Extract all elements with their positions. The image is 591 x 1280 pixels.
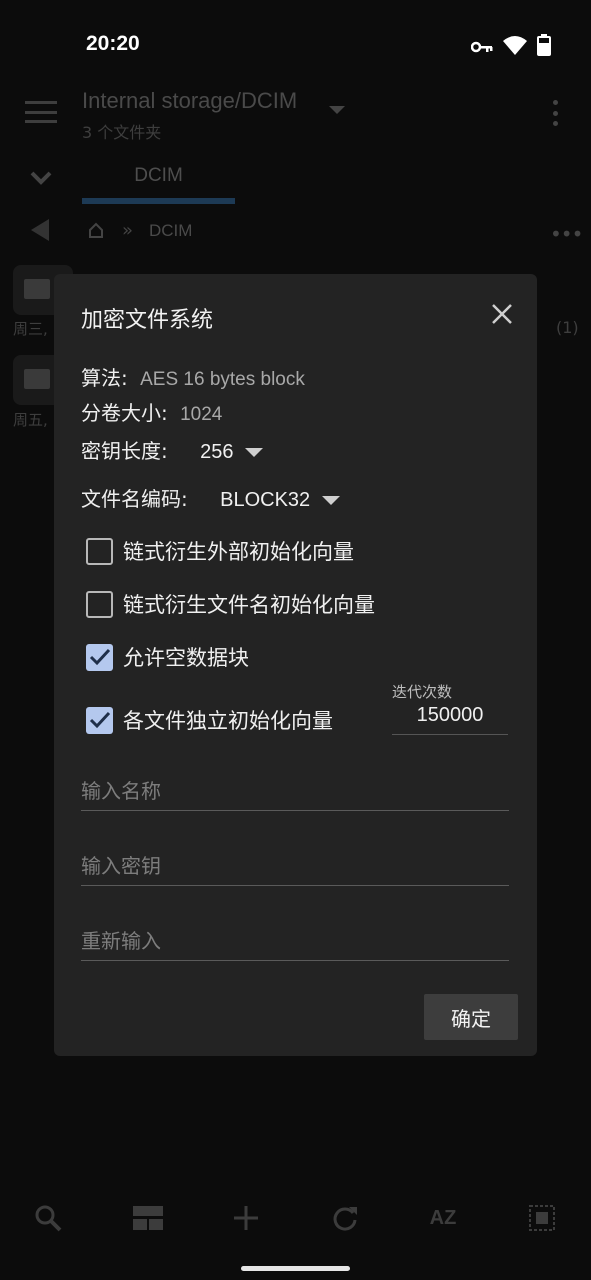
- checkbox-label: 链式衍生文件名初始化向量: [123, 593, 375, 617]
- filename-encoding-value: BLOCK32: [220, 489, 311, 511]
- iterations-label: 迭代次数: [392, 683, 453, 701]
- checkbox-unchecked[interactable]: [86, 537, 113, 565]
- volume-size-row: 分卷大小: 1024: [81, 397, 222, 426]
- iterations-input[interactable]: 150000: [392, 701, 508, 735]
- status-bar: 20:20: [0, 0, 591, 90]
- checkbox-label: 链式衍生外部初始化向量: [123, 540, 354, 564]
- vpn-key-icon: [470, 38, 493, 57]
- checkbox-checked[interactable]: [86, 706, 113, 734]
- close-icon[interactable]: [488, 300, 516, 328]
- gesture-home-bar[interactable]: [241, 1266, 350, 1271]
- breadcrumb-separator: »: [122, 220, 134, 241]
- confirm-password-input[interactable]: [81, 921, 509, 961]
- filename-encoding-row: 文件名编码: BLOCK32: [81, 483, 341, 512]
- grid-view-icon[interactable]: [128, 1195, 168, 1241]
- key-length-value: 256: [200, 441, 234, 463]
- search-icon[interactable]: [28, 1195, 68, 1241]
- folder-count-subtitle: 3 个文件夹: [82, 123, 162, 142]
- filename-encoding-dropdown[interactable]: BLOCK32: [220, 487, 341, 511]
- folder-icon: [24, 369, 50, 389]
- password-input[interactable]: [81, 846, 509, 886]
- checkbox-unchecked[interactable]: [86, 590, 113, 618]
- tab-indicator: [82, 198, 235, 204]
- key-length-row: 密钥长度: 256: [81, 435, 264, 464]
- checkbox-label: 允许空数据块: [123, 646, 249, 670]
- dropdown-caret-icon: [245, 448, 264, 457]
- key-length-label: 密钥长度:: [81, 439, 168, 463]
- checkbox-allow-empty-blocks[interactable]: 允许空数据块: [86, 642, 249, 672]
- sort-az-icon[interactable]: AZ: [423, 1195, 463, 1241]
- dropdown-caret-icon: [322, 496, 341, 505]
- folder-date: 周五,: [13, 411, 48, 429]
- path-title[interactable]: Internal storage/DCIM: [82, 88, 297, 114]
- checkbox-chained-external-iv[interactable]: 链式衍生外部初始化向量: [86, 536, 354, 566]
- folder-icon: [24, 279, 50, 299]
- name-input[interactable]: [81, 771, 509, 811]
- back-icon[interactable]: [31, 219, 49, 241]
- chevron-down-icon[interactable]: [30, 166, 52, 191]
- checkbox-label: 各文件独立初始化向量: [123, 709, 333, 733]
- key-length-dropdown[interactable]: 256: [200, 439, 264, 463]
- encrypted-fs-dialog: 加密文件系统 算法: AES 16 bytes block 分卷大小: 1024…: [54, 274, 537, 1056]
- battery-icon: [537, 34, 551, 60]
- overflow-menu-icon[interactable]: [553, 100, 559, 126]
- refresh-icon[interactable]: [325, 1195, 365, 1241]
- checkbox-chained-filename-iv[interactable]: 链式衍生文件名初始化向量: [86, 589, 375, 619]
- filename-encoding-label: 文件名编码:: [81, 487, 188, 511]
- wifi-icon: [503, 35, 527, 59]
- breadcrumb-dcim[interactable]: DCIM: [149, 221, 192, 241]
- checkbox-checked[interactable]: [86, 643, 113, 671]
- algorithm-value: AES 16 bytes block: [140, 369, 305, 390]
- algorithm-label: 算法:: [81, 366, 128, 390]
- select-all-icon[interactable]: [522, 1195, 562, 1241]
- folder-date: 周三,: [13, 320, 48, 338]
- home-icon[interactable]: [88, 222, 104, 243]
- more-horizontal-icon[interactable]: •••: [550, 222, 583, 246]
- folder-item-count: (1): [556, 318, 579, 337]
- volume-size-label: 分卷大小:: [81, 401, 168, 425]
- bottom-toolbar: AZ: [0, 1195, 591, 1245]
- menu-icon[interactable]: [25, 101, 57, 123]
- algorithm-row: 算法: AES 16 bytes block: [81, 362, 305, 391]
- dialog-title: 加密文件系统: [81, 308, 214, 333]
- path-dropdown-icon[interactable]: [329, 106, 345, 114]
- ok-button[interactable]: 确定: [424, 994, 518, 1040]
- volume-size-value: 1024: [180, 404, 223, 425]
- checkbox-per-file-iv[interactable]: 各文件独立初始化向量: [86, 705, 333, 735]
- add-icon[interactable]: [226, 1195, 266, 1241]
- status-time: 20:20: [86, 32, 140, 55]
